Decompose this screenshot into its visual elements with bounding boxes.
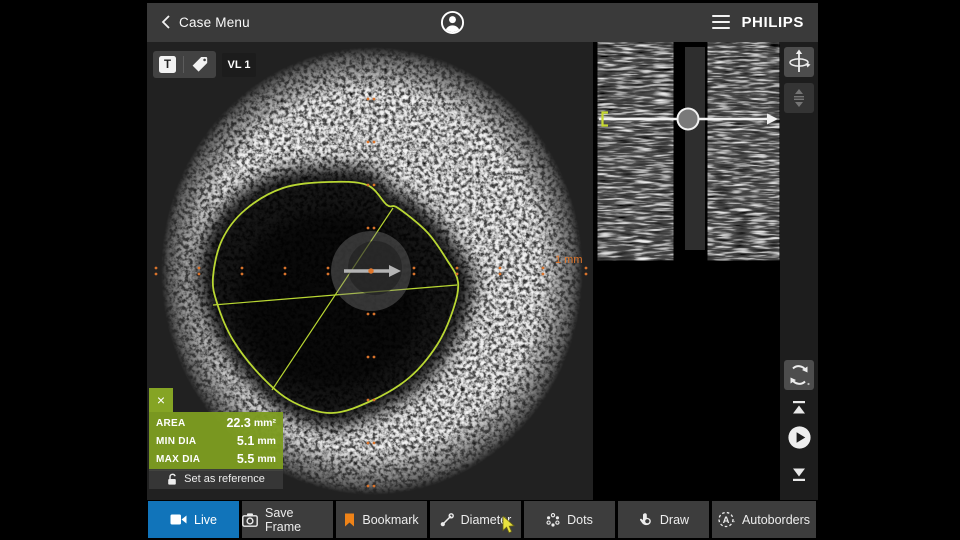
set-as-reference-button[interactable]: Set as reference <box>149 469 283 489</box>
measurement-panel: AREA 22.3 mm² MIN DIA 5.1 mm MAX DIA 5.5… <box>149 412 283 471</box>
bottom-toolbar: Live Save Frame Bookmark Diameter <box>147 501 818 538</box>
play-icon <box>786 424 813 451</box>
slider-handle[interactable] <box>678 109 699 130</box>
content-area: 1 mm T VL 1 × <box>147 42 818 500</box>
autoborders-button[interactable]: A Autoborders <box>712 501 816 538</box>
vessel-label-badge[interactable]: VL 1 <box>222 53 256 77</box>
ivus-app-window: Case Menu PHILIPS <box>147 3 818 538</box>
camera-icon <box>242 513 258 527</box>
save-frame-button[interactable]: Save Frame <box>242 501 333 538</box>
draw-hand-icon <box>638 512 653 527</box>
lock-open-icon <box>167 473 178 486</box>
refresh-icon <box>787 363 811 387</box>
vertical-adjust-button[interactable] <box>784 83 814 113</box>
camcorder-icon <box>170 513 187 526</box>
right-rail <box>780 42 818 500</box>
measurement-row-min-dia: MIN DIA 5.1 mm <box>149 432 283 450</box>
vertical-adjust-icon <box>791 88 807 108</box>
svg-text:A: A <box>723 515 730 526</box>
live-button[interactable]: Live <box>148 501 239 538</box>
hamburger-menu-icon[interactable] <box>712 15 730 29</box>
dots-icon <box>546 513 560 527</box>
refresh-button[interactable] <box>784 360 814 390</box>
measurement-close-button[interactable]: × <box>149 388 173 412</box>
bookmark-button[interactable]: Bookmark <box>336 501 427 538</box>
measurement-row-area: AREA 22.3 mm² <box>149 414 283 432</box>
screen: { "header": { "title": "Case Menu", "bra… <box>0 0 960 540</box>
rotate-axis-icon <box>787 49 811 75</box>
bookmark-icon <box>344 513 355 527</box>
page-title: Case Menu <box>179 3 250 42</box>
diameter-button[interactable]: Diameter <box>430 501 521 538</box>
skip-to-first-frame-button[interactable] <box>784 393 814 423</box>
tag-tool-icon[interactable] <box>191 55 210 74</box>
image-tools-group: T <box>153 51 216 78</box>
skip-bottom-icon <box>790 466 808 482</box>
tools-divider <box>183 56 184 73</box>
play-button[interactable] <box>784 422 814 452</box>
skip-to-last-frame-button[interactable] <box>784 459 814 489</box>
measurement-row-max-dia: MAX DIA 5.5 mm <box>149 450 283 468</box>
longitudinal-strips <box>601 47 776 250</box>
scale-label: 1 mm <box>555 254 583 266</box>
ild-strip-left <box>601 47 670 250</box>
skip-top-icon <box>790 400 808 416</box>
text-annotation-tool[interactable]: T <box>159 56 176 73</box>
philips-logo: PHILIPS <box>741 3 804 42</box>
back-button[interactable] <box>155 11 177 33</box>
strip-divider <box>685 47 705 250</box>
catheter-center-dot <box>368 268 373 273</box>
user-avatar-icon[interactable] <box>440 10 465 35</box>
dots-button[interactable]: Dots <box>524 501 615 538</box>
back-chevron-icon <box>160 14 172 30</box>
ild-strip-right <box>711 47 776 250</box>
diameter-icon <box>440 513 454 527</box>
rotate-axis-button[interactable] <box>784 47 814 77</box>
top-bar: Case Menu PHILIPS <box>147 3 818 42</box>
draw-button[interactable]: Draw <box>618 501 709 538</box>
autoborders-icon: A <box>718 511 735 528</box>
